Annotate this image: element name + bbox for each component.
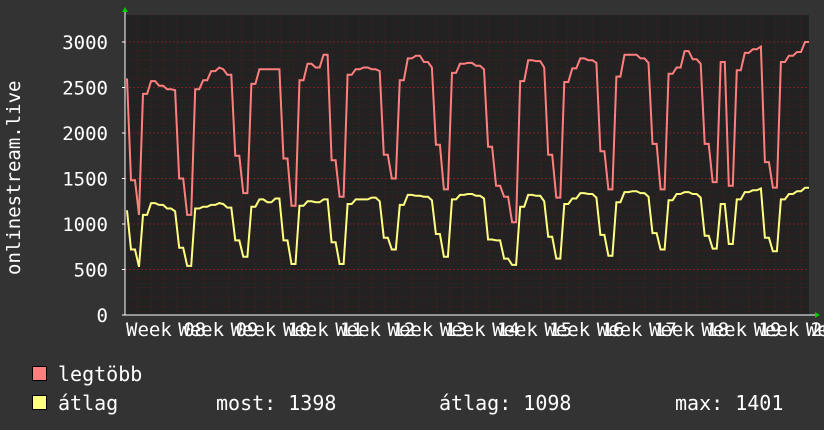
stat-max: max: 1401 (675, 391, 784, 415)
legend-swatch-avg (32, 395, 47, 410)
stat-avg: átlag: 1098 (439, 391, 572, 415)
y-tick-label: 1000 (62, 214, 108, 236)
y-tick-label: 2000 (62, 123, 108, 145)
legend-label-max: legtöbb (58, 362, 143, 386)
y-ticks: 0 500 1000 1500 2000 2500 3000 (62, 32, 125, 327)
y-tick-label: 0 (97, 305, 108, 327)
y-axis-label: onlinestream.live (3, 81, 25, 275)
y-tick-label: 3000 (62, 32, 108, 54)
stat-now: most: 1398 (216, 391, 337, 415)
y-tick-label: 1500 (62, 169, 108, 191)
legend-label-avg: átlag (58, 391, 119, 415)
x-tick-label: Week 21 (806, 319, 824, 341)
legend-swatch-max (32, 366, 47, 381)
y-tick-label: 500 (74, 260, 108, 282)
y-tick-label: 2500 (62, 78, 108, 100)
y-axis-arrow (122, 7, 128, 12)
x-ticks: Week 08Week 09Week 10Week 11Week 12Week … (126, 319, 824, 341)
x-axis-arrow (815, 312, 820, 318)
